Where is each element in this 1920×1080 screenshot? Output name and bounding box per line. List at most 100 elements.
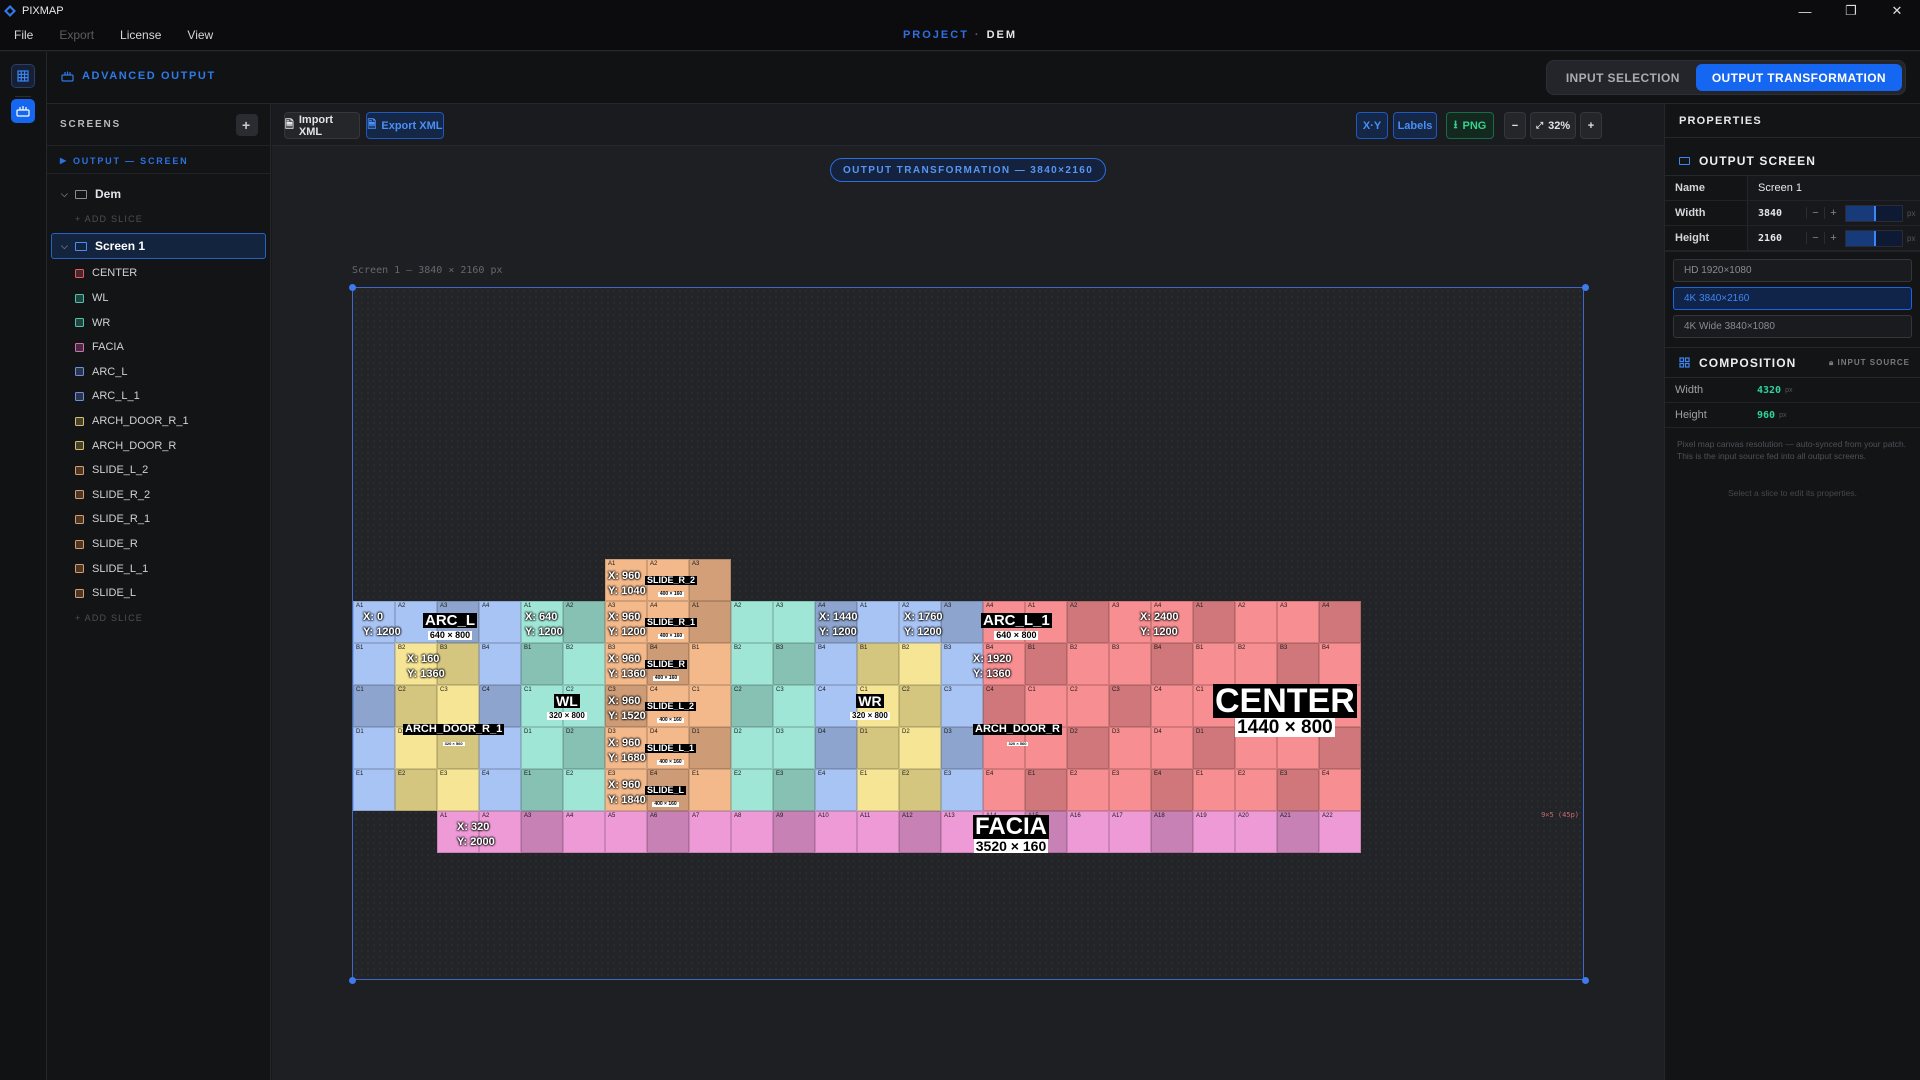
preset-hd[interactable]: HD 1920×1080	[1673, 259, 1912, 282]
pixel-cell[interactable]: B2	[731, 643, 773, 685]
pixel-cell[interactable]: C3	[941, 685, 983, 727]
pixel-cell[interactable]: A3	[521, 811, 563, 853]
tree-item-slice[interactable]: SLIDE_L_2	[47, 458, 270, 483]
pixel-cell[interactable]: E1	[1193, 769, 1235, 811]
pixel-cell[interactable]: E1	[857, 769, 899, 811]
pixel-cell[interactable]: E2	[395, 769, 437, 811]
pixel-cell[interactable]: E3	[1277, 769, 1319, 811]
tree-item-slice[interactable]: SLIDE_L_1	[47, 556, 270, 581]
tree-item-slice[interactable]: FACIA	[47, 335, 270, 360]
height-field[interactable]: 2160	[1758, 233, 1806, 244]
pixel-cell[interactable]: A2	[1067, 601, 1109, 643]
pixel-cell[interactable]: A7	[689, 811, 731, 853]
pixel-cell[interactable]: B4	[1319, 643, 1361, 685]
pixel-cell[interactable]: A17	[1109, 811, 1151, 853]
pixel-cell[interactable]: C2	[1067, 685, 1109, 727]
width-minus-button[interactable]: −	[1806, 207, 1824, 219]
resize-handle[interactable]	[349, 284, 356, 291]
resize-handle[interactable]	[349, 977, 356, 984]
pixel-cell[interactable]: D2	[563, 727, 605, 769]
width-plus-button[interactable]: +	[1824, 207, 1842, 219]
pixel-cell[interactable]: E4	[1319, 769, 1361, 811]
tree-item-slice[interactable]: SLIDE_R_2	[47, 483, 270, 508]
pixel-cell[interactable]: C4	[1151, 685, 1193, 727]
pixel-cell[interactable]: A12	[899, 811, 941, 853]
tree-item-slice[interactable]: ARC_L	[47, 360, 270, 385]
pixel-cell[interactable]: B1	[857, 643, 899, 685]
pixel-cell[interactable]: D1	[353, 727, 395, 769]
pixel-cell[interactable]: A11	[857, 811, 899, 853]
pixel-cell[interactable]: A3	[941, 601, 983, 643]
pixel-cell[interactable]: A4	[479, 601, 521, 643]
tree-item-slice[interactable]: WL	[47, 286, 270, 311]
pixel-cell[interactable]: A2	[731, 601, 773, 643]
pixel-cell[interactable]: A22	[1319, 811, 1361, 853]
import-xml-button[interactable]: 🗎 Import XML	[284, 112, 360, 139]
pixel-cell[interactable]: D2	[1067, 727, 1109, 769]
pixel-cell[interactable]: E2	[563, 769, 605, 811]
output-view-button[interactable]	[11, 99, 35, 123]
pixel-cell[interactable]: E2	[899, 769, 941, 811]
pixel-cell[interactable]: A18	[1151, 811, 1193, 853]
pixel-cell[interactable]: B1	[521, 643, 563, 685]
zoom-fit-button[interactable]: ⤢ 32%	[1530, 112, 1576, 139]
close-icon[interactable]: ✕	[1874, 0, 1920, 22]
pixel-cell[interactable]: E4	[983, 769, 1025, 811]
pixel-cell[interactable]: A1	[857, 601, 899, 643]
pixel-cell[interactable]: D4	[815, 727, 857, 769]
output-screen[interactable]: A1 B1 C1 D1 E1 A2 B2 C2 D2 E2 A3 B3 C3 D3 E3 A4 B4 C4 D4 E4…	[352, 287, 1584, 980]
pixel-cell[interactable]: D4	[1151, 727, 1193, 769]
pixel-cell[interactable]: B1	[353, 643, 395, 685]
chevron-down-icon[interactable]: ⌵	[61, 189, 75, 200]
pixel-cell[interactable]: D3	[773, 727, 815, 769]
height-minus-button[interactable]: −	[1806, 232, 1824, 244]
pixel-cell[interactable]: B2	[899, 643, 941, 685]
pixel-cell[interactable]: E4	[815, 769, 857, 811]
pixel-cell[interactable]: B4	[815, 643, 857, 685]
tree-item-slice[interactable]: SLIDE_R_1	[47, 507, 270, 532]
add-screen-button[interactable]: +	[236, 113, 258, 136]
add-slice-button[interactable]: + ADD SLICE	[47, 606, 270, 631]
tree-item-slice[interactable]: CENTER	[47, 261, 270, 286]
preset-4k-wide[interactable]: 4K Wide 3840×1080	[1673, 315, 1912, 338]
tree-item-slice[interactable]: ARCH_DOOR_R_1	[47, 409, 270, 434]
tree-item-slice[interactable]: SLIDE_R	[47, 532, 270, 557]
pixel-cell[interactable]: B3	[1277, 643, 1319, 685]
name-field[interactable]: Screen 1	[1747, 176, 1920, 200]
xy-toggle[interactable]: X·Y	[1356, 112, 1388, 139]
pixel-cell[interactable]: B1	[689, 643, 731, 685]
pixel-cell[interactable]: B1	[1025, 643, 1067, 685]
pixel-cell[interactable]: A16	[1067, 811, 1109, 853]
pixel-cell[interactable]: C2	[395, 685, 437, 727]
pixel-cell[interactable]: E3	[437, 769, 479, 811]
width-field[interactable]: 3840	[1758, 208, 1806, 219]
width-slider[interactable]	[1845, 204, 1903, 222]
pixel-cell[interactable]: E2	[731, 769, 773, 811]
tree-item-screen-1[interactable]: ⌵ Screen 1	[51, 233, 266, 260]
pixel-cell[interactable]: A10	[815, 811, 857, 853]
grid-view-button[interactable]	[11, 64, 35, 88]
pixel-cell[interactable]: A8	[731, 811, 773, 853]
pixel-cell[interactable]: A21	[1277, 811, 1319, 853]
pixel-cell[interactable]: C1	[353, 685, 395, 727]
png-export-button[interactable]: ⭳ PNG	[1446, 112, 1494, 139]
pixel-cell[interactable]: C1	[1025, 685, 1067, 727]
pixel-cell[interactable]: D3	[1109, 727, 1151, 769]
pixel-cell[interactable]: A19	[1193, 811, 1235, 853]
pixel-cell[interactable]: B3	[1109, 643, 1151, 685]
preset-4k[interactable]: 4K 3840×2160	[1673, 287, 1912, 310]
tree-item-dem[interactable]: ⌵ Dem	[47, 182, 270, 207]
pixel-cell[interactable]: A3	[1277, 601, 1319, 643]
pixel-cell[interactable]: A2	[563, 601, 605, 643]
pixel-cell[interactable]: E3	[941, 769, 983, 811]
resize-handle[interactable]	[1582, 284, 1589, 291]
pixel-cell[interactable]: A20	[1235, 811, 1277, 853]
pixel-cell[interactable]: C3	[1109, 685, 1151, 727]
pixel-cell[interactable]: C2	[731, 685, 773, 727]
pixel-cell[interactable]: E1	[353, 769, 395, 811]
pixel-cell[interactable]: A6	[647, 811, 689, 853]
pixel-cell[interactable]: E1	[689, 769, 731, 811]
pixel-cell[interactable]: D1	[857, 727, 899, 769]
pixel-cell[interactable]: E3	[1109, 769, 1151, 811]
pixel-cell[interactable]: E4	[1151, 769, 1193, 811]
